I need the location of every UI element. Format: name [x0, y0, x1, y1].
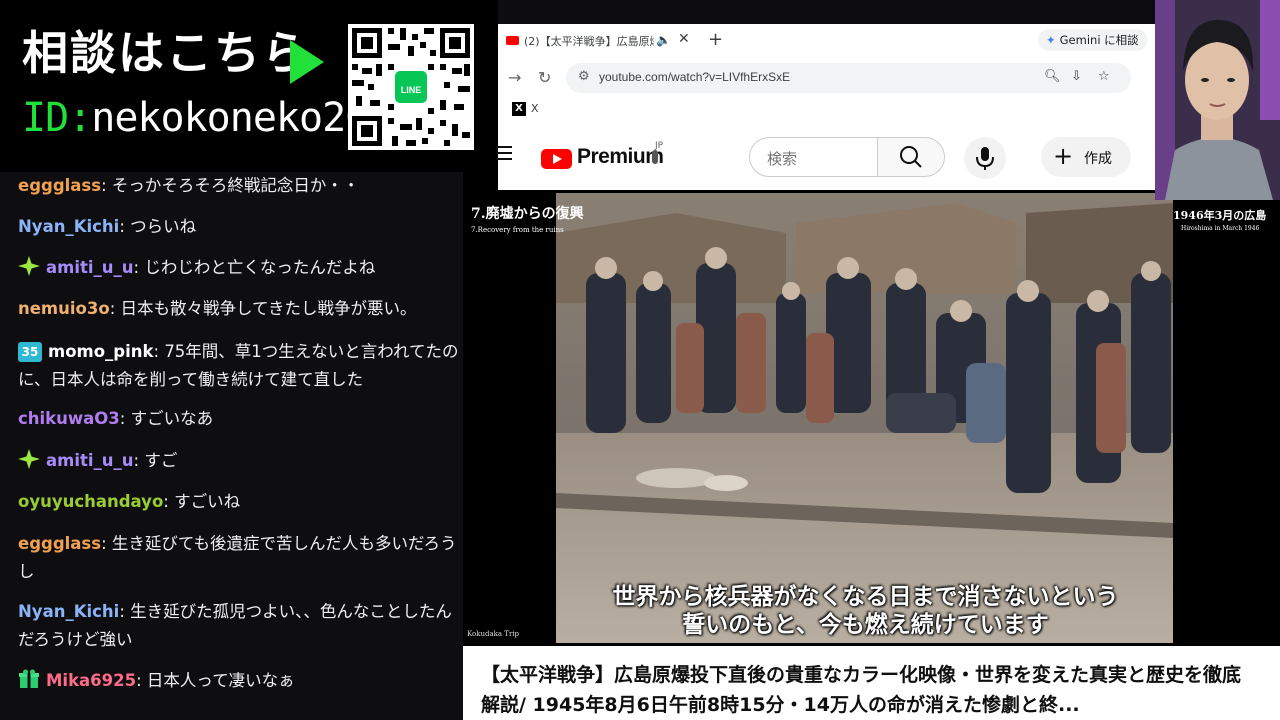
- tab-title: (2)【太平洋戦争】広島原爆投: [524, 35, 654, 48]
- chat-message: eggglass: 生き延びても後遺症で苦しんだ人も多いだろうし: [18, 534, 457, 581]
- chat-message: Nyan_Kichi: 生き延びた孤児つよい、、色んなことしたんだろうけど強い: [18, 602, 452, 649]
- chat-username[interactable]: eggglass: [18, 534, 101, 553]
- chat-message: amiti_u_u: じわじわと亡くなったんだよね: [18, 254, 463, 282]
- line-id-prefix: ID:: [22, 95, 92, 141]
- chapter-subtitle: 7.Recovery from the ruins: [471, 226, 564, 234]
- caption-line: 誓いのもと、今も燃え続けています: [682, 611, 1049, 638]
- subscriber-badge: 35: [18, 342, 42, 362]
- chat-text: すごいね: [174, 492, 241, 511]
- line-logo-icon: LINE: [392, 68, 430, 106]
- chat-message: chikuwaO3: すごいなあ: [18, 409, 214, 428]
- bookmark-star-icon[interactable]: ☆: [1098, 69, 1110, 84]
- install-icon[interactable]: ⇩: [1071, 69, 1082, 84]
- chat-panel: eggglass: そっかそろそろ終戦記念日か・・ Nyan_Kichi: つら…: [0, 172, 463, 720]
- chat-text: すご: [144, 451, 178, 470]
- notification-icon[interactable]: [652, 150, 658, 164]
- gemini-button[interactable]: ✦ Gemini に相談: [1038, 29, 1147, 51]
- location-title: 1946年3月の広島: [1173, 209, 1267, 222]
- sparkle-icon: [18, 449, 40, 469]
- chat-username[interactable]: oyuyuchandayo: [18, 492, 163, 511]
- chat-text: じわじわと亡くなったんだよね: [144, 258, 376, 277]
- new-tab-button[interactable]: +: [708, 29, 723, 50]
- chat-text: すごいなあ: [130, 409, 214, 428]
- chat-message: Nyan_Kichi: つらいね: [18, 217, 197, 236]
- chat-username[interactable]: amiti_u_u: [46, 451, 134, 470]
- chat-username[interactable]: Nyan_Kichi: [18, 602, 119, 621]
- youtube-header: Premium JP 検索 + 作成: [496, 128, 1155, 188]
- reload-icon[interactable]: ↻: [538, 68, 551, 87]
- chat-message: Mika6925: 日本人って凄いなぁ: [18, 667, 463, 695]
- browser-window: (2)【太平洋戦争】広島原爆投 🔈 ✕ + ✦Gemini に相談 → ↻ ⚙ …: [496, 0, 1155, 190]
- chat-message: amiti_u_u: すご: [18, 447, 463, 475]
- chat-text: 日本も散々戦争してきたし戦争が悪い。: [120, 299, 417, 318]
- chat-username[interactable]: nemuio3o: [18, 299, 110, 318]
- x-logo-icon[interactable]: X: [512, 102, 526, 116]
- chat-message: nemuio3o: 日本も散々戦争してきたし戦争が悪い。: [18, 299, 417, 318]
- chat-message: 35 momo_pink: 75年間、草1つ生えないと言われてたのに、日本人は命を…: [18, 342, 459, 389]
- forward-icon[interactable]: →: [508, 68, 521, 87]
- close-tab-icon[interactable]: ✕: [678, 31, 690, 47]
- chat-text: そっかそろそろ終戦記念日か・・: [111, 176, 360, 195]
- line-contact-banner: 相談はこちら ID:nekokoneko2018 LINE: [0, 0, 498, 172]
- chapter-title: 7.廃墟からの復興: [471, 206, 584, 222]
- streamer-avatar: [1155, 0, 1280, 200]
- chat-username[interactable]: Mika6925: [46, 671, 136, 690]
- gift-icon: [19, 669, 39, 688]
- site-info-icon[interactable]: ⚙: [578, 69, 590, 84]
- caption-line: 世界から核兵器がなくなる日まで消さないという: [612, 583, 1119, 610]
- youtube-favicon-icon: [506, 36, 519, 45]
- address-bar[interactable]: ⚙ youtube.com/watch?v=LIVfhErxSxE 🔍︎ ⇩ ☆: [566, 63, 1131, 93]
- video-title: 【太平洋戦争】広島原爆投下直後の貴重なカラー化映像・世界を変えた真実と歴史を徹底…: [481, 664, 1242, 716]
- search-button[interactable]: [877, 137, 945, 177]
- bookmarks-bar: X X: [498, 98, 1155, 122]
- webcam-overlay: [1155, 0, 1280, 200]
- chat-username[interactable]: eggglass: [18, 176, 101, 195]
- speaker-icon[interactable]: 🔈: [656, 33, 671, 47]
- chat-username[interactable]: momo_pink: [48, 342, 154, 361]
- video-watermark: Kokudaka Trip: [467, 630, 520, 638]
- browser-toolbar: → ↻ ⚙ youtube.com/watch?v=LIVfhErxSxE 🔍︎…: [498, 58, 1155, 98]
- chat-username[interactable]: chikuwaO3: [18, 409, 120, 428]
- video-frame: [556, 193, 1173, 643]
- voice-search-button[interactable]: [964, 137, 1006, 179]
- chat-username[interactable]: amiti_u_u: [46, 258, 134, 277]
- gemini-sparkle-icon: ✦: [1046, 33, 1056, 47]
- menu-icon[interactable]: [496, 146, 512, 160]
- youtube-logo-icon[interactable]: [541, 149, 572, 169]
- video-player[interactable]: 7.廃墟からの復興 7.Recovery from the ruins 1946…: [463, 190, 1280, 646]
- chat-text: 日本人って凄いなぁ: [146, 671, 295, 690]
- plus-icon: +: [1053, 142, 1074, 170]
- search-icon: [900, 146, 922, 168]
- search-input[interactable]: 検索: [749, 137, 877, 177]
- tab-strip: (2)【太平洋戦争】広島原爆投 🔈 ✕ + ✦Gemini に相談: [498, 0, 1155, 58]
- search-placeholder: 検索: [767, 150, 798, 168]
- zoom-icon[interactable]: 🔍︎: [1044, 69, 1061, 84]
- chat-message: eggglass: そっかそろそろ終戦記念日か・・: [18, 176, 360, 195]
- youtube-premium-logo[interactable]: Premium: [577, 145, 664, 169]
- browser-tab-active[interactable]: (2)【太平洋戦争】広島原爆投 🔈 ✕: [498, 24, 698, 58]
- bookmark-x-label[interactable]: X: [531, 102, 539, 115]
- gemini-label: Gemini に相談: [1059, 33, 1139, 47]
- microphone-icon: [976, 147, 994, 170]
- sparkle-icon: [18, 256, 40, 276]
- video-caption: 世界から核兵器がなくなる日まで消さないという 誓いのもと、今も燃え続けています: [557, 583, 1174, 639]
- url-text[interactable]: youtube.com/watch?v=LIVfhErxSxE: [599, 70, 790, 84]
- chat-text: つらいね: [130, 217, 197, 236]
- chat-username[interactable]: Nyan_Kichi: [18, 217, 119, 236]
- chat-message: oyuyuchandayo: すごいね: [18, 492, 241, 511]
- create-button[interactable]: + 作成: [1041, 137, 1131, 177]
- create-label: 作成: [1084, 151, 1112, 167]
- banner-title: 相談はこちら: [22, 26, 310, 80]
- location-subtitle: Hiroshima in March 1946: [1181, 225, 1260, 232]
- video-info: 【太平洋戦争】広島原爆投下直後の貴重なカラー化映像・世界を変えた真実と歴史を徹底…: [463, 646, 1280, 720]
- play-arrow-icon: [290, 40, 324, 84]
